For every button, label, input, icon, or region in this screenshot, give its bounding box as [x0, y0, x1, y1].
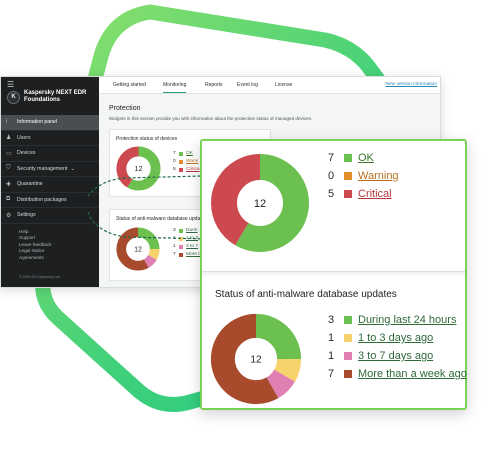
legend-count: 5 — [328, 188, 335, 200]
legend-swatch — [344, 172, 352, 180]
widget-title: Status of anti-malware database updates — [215, 289, 397, 300]
legend-swatch — [344, 190, 352, 198]
legend-ok: 7 OK — [328, 149, 374, 167]
legend-count: 0 — [328, 170, 335, 182]
legend-1-3: 1 1 to 3 days ago — [328, 329, 433, 347]
legend-swatch — [344, 352, 352, 360]
legend-count: 7 — [328, 152, 335, 164]
legend-swatch — [344, 334, 352, 342]
legend-link-critical[interactable]: Critical — [358, 188, 392, 200]
legend-count: 7 — [328, 368, 335, 380]
legend-count: 1 — [328, 350, 335, 362]
legend-week: 7 More than a week ago — [328, 365, 467, 383]
zoomed-widgets-panel: 12 7 OK 0 Warning 5 Critical Status of a… — [200, 139, 467, 410]
legend-critical: 5 Critical — [328, 185, 392, 203]
protection-donut: 12 — [211, 154, 309, 252]
legend-link-week[interactable]: More than a week ago — [358, 368, 467, 380]
legend-link-1-3[interactable]: 1 to 3 days ago — [358, 332, 433, 344]
donut-center-label: 12 — [250, 355, 262, 366]
legend-link-24h[interactable]: During last 24 hours — [358, 314, 456, 326]
connector-arrow-protection — [87, 175, 203, 197]
connector-arrow-updates — [87, 211, 211, 240]
legend-link-ok[interactable]: OK — [358, 152, 374, 164]
legend-warning: 0 Warning — [328, 167, 399, 185]
legend-24h: 3 During last 24 hours — [328, 311, 456, 329]
donut-center-label: 12 — [254, 198, 266, 210]
divider-shadow — [202, 272, 465, 278]
legend-count: 1 — [328, 332, 335, 344]
legend-swatch — [344, 154, 352, 162]
legend-swatch — [344, 370, 352, 378]
legend-swatch — [344, 316, 352, 324]
legend-3-7: 1 3 to 7 days ago — [328, 347, 433, 365]
legend-count: 3 — [328, 314, 335, 326]
updates-donut: 12 — [210, 313, 302, 405]
legend-link-3-7[interactable]: 3 to 7 days ago — [358, 350, 433, 362]
legend-link-warning[interactable]: Warning — [358, 170, 399, 182]
